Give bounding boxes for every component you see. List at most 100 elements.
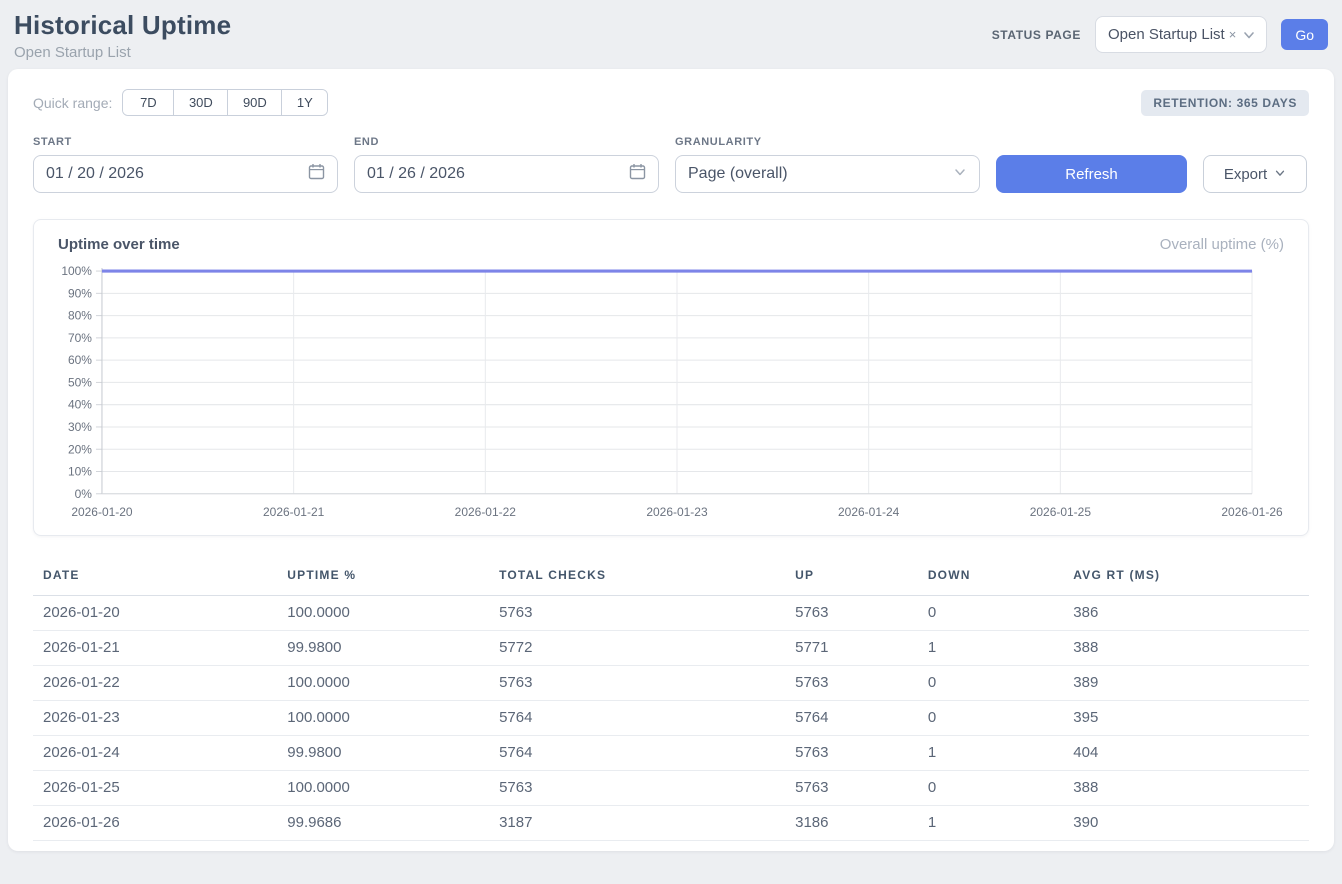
svg-text:2026-01-23: 2026-01-23 <box>646 505 708 519</box>
table-cell: 2026-01-25 <box>33 771 279 806</box>
table-cell: 99.9686 <box>279 806 491 841</box>
chart-legend-label: Overall uptime (%) <box>1160 236 1284 253</box>
table-cell: 3186 <box>787 806 920 841</box>
clear-icon[interactable]: × <box>1229 27 1237 42</box>
quick-range-row: Quick range: 7D30D90D1Y RETENTION: 365 D… <box>33 89 1309 116</box>
table-header-cell: UP <box>787 560 920 596</box>
granularity-value: Page (overall) <box>688 165 788 183</box>
table-cell: 0 <box>920 771 1065 806</box>
svg-text:50%: 50% <box>68 375 92 389</box>
table-cell: 1 <box>920 631 1065 666</box>
table-cell: 0 <box>920 596 1065 631</box>
go-button[interactable]: Go <box>1281 19 1328 50</box>
table-cell: 100.0000 <box>279 596 491 631</box>
export-button[interactable]: Export <box>1203 155 1307 193</box>
granularity-select[interactable]: Page (overall) <box>675 155 980 193</box>
header-controls: STATUS PAGE Open Startup List × Go <box>992 16 1328 53</box>
table-cell: 100.0000 <box>279 771 491 806</box>
table-cell: 5772 <box>491 631 787 666</box>
quick-range-button-1y[interactable]: 1Y <box>281 90 327 115</box>
page-header: Historical Uptime Open Startup List STAT… <box>0 0 1342 69</box>
table-cell: 5771 <box>787 631 920 666</box>
table-cell: 99.9800 <box>279 631 491 666</box>
export-button-label: Export <box>1224 166 1267 183</box>
svg-text:60%: 60% <box>68 353 92 367</box>
table-cell: 5763 <box>787 736 920 771</box>
svg-text:80%: 80% <box>68 309 92 323</box>
chart-card: Uptime over time Overall uptime (%) 0%10… <box>33 219 1309 536</box>
table-cell: 404 <box>1065 736 1309 771</box>
svg-text:10%: 10% <box>68 464 92 478</box>
end-date-input[interactable]: 01 / 26 / 2026 <box>354 155 659 193</box>
table-cell: 2026-01-24 <box>33 736 279 771</box>
table-cell: 5763 <box>787 771 920 806</box>
table-cell: 388 <box>1065 631 1309 666</box>
svg-text:70%: 70% <box>68 331 92 345</box>
table-cell: 389 <box>1065 666 1309 701</box>
granularity-label: GRANULARITY <box>675 136 980 148</box>
page-subtitle: Open Startup List <box>14 44 231 61</box>
refresh-button[interactable]: Refresh <box>996 155 1187 193</box>
table-cell: 388 <box>1065 771 1309 806</box>
table-row: 2026-01-22100.0000576357630389 <box>33 666 1309 701</box>
end-date-field: END 01 / 26 / 2026 <box>354 136 659 193</box>
chart-header: Uptime over time Overall uptime (%) <box>58 236 1284 253</box>
calendar-icon[interactable] <box>308 163 325 185</box>
table-cell: 99.9800 <box>279 736 491 771</box>
filters-row: START 01 / 20 / 2026 END 01 / 26 / 2026 … <box>33 136 1309 193</box>
status-page-select[interactable]: Open Startup List × <box>1095 16 1267 53</box>
table-cell: 2026-01-26 <box>33 806 279 841</box>
table-header-cell: DATE <box>33 560 279 596</box>
table-header-cell: DOWN <box>920 560 1065 596</box>
table-cell: 5763 <box>787 666 920 701</box>
end-date-value: 01 / 26 / 2026 <box>367 165 465 183</box>
chevron-down-icon <box>953 165 967 184</box>
table-cell: 5764 <box>491 736 787 771</box>
table-cell: 5764 <box>491 701 787 736</box>
status-page-value: Open Startup List <box>1108 26 1225 43</box>
uptime-line-chart: 0%10%20%30%40%50%60%70%80%90%100%2026-01… <box>58 263 1284 523</box>
table-cell: 1 <box>920 806 1065 841</box>
table-cell: 100.0000 <box>279 666 491 701</box>
table-row: 2026-01-2199.9800577257711388 <box>33 631 1309 666</box>
table-header-cell: AVG RT (MS) <box>1065 560 1309 596</box>
quick-range-button-30d[interactable]: 30D <box>173 90 227 115</box>
start-date-value: 01 / 20 / 2026 <box>46 165 144 183</box>
table-header-cell: UPTIME % <box>279 560 491 596</box>
table-cell: 3187 <box>491 806 787 841</box>
start-date-input[interactable]: 01 / 20 / 2026 <box>33 155 338 193</box>
table-cell: 5763 <box>491 771 787 806</box>
status-page-label: STATUS PAGE <box>992 28 1081 42</box>
table-cell: 5763 <box>787 596 920 631</box>
end-label: END <box>354 136 659 148</box>
table-header-cell: TOTAL CHECKS <box>491 560 787 596</box>
table-cell: 0 <box>920 666 1065 701</box>
svg-text:2026-01-24: 2026-01-24 <box>838 505 900 519</box>
svg-text:2026-01-25: 2026-01-25 <box>1030 505 1092 519</box>
chevron-down-icon <box>1242 28 1256 42</box>
main-card: Quick range: 7D30D90D1Y RETENTION: 365 D… <box>8 69 1334 851</box>
svg-text:30%: 30% <box>68 420 92 434</box>
table-cell: 2026-01-20 <box>33 596 279 631</box>
uptime-table: DATEUPTIME %TOTAL CHECKSUPDOWNAVG RT (MS… <box>33 560 1309 841</box>
calendar-icon[interactable] <box>629 163 646 185</box>
chevron-down-icon <box>1274 166 1286 183</box>
table-cell: 2026-01-21 <box>33 631 279 666</box>
table-row: 2026-01-2499.9800576457631404 <box>33 736 1309 771</box>
quick-range-button-7d[interactable]: 7D <box>123 90 173 115</box>
table-cell: 390 <box>1065 806 1309 841</box>
table-row: 2026-01-2699.9686318731861390 <box>33 806 1309 841</box>
svg-text:100%: 100% <box>61 264 92 278</box>
svg-text:2026-01-21: 2026-01-21 <box>263 505 325 519</box>
table-cell: 395 <box>1065 701 1309 736</box>
chart-title: Uptime over time <box>58 236 180 253</box>
svg-text:40%: 40% <box>68 398 92 412</box>
table-cell: 5763 <box>491 666 787 701</box>
retention-badge: RETENTION: 365 DAYS <box>1141 90 1309 116</box>
quick-range-label: Quick range: <box>33 95 112 111</box>
start-label: START <box>33 136 338 148</box>
granularity-field: GRANULARITY Page (overall) <box>675 136 980 193</box>
svg-text:2026-01-20: 2026-01-20 <box>71 505 133 519</box>
page-title: Historical Uptime <box>14 10 231 41</box>
quick-range-button-90d[interactable]: 90D <box>227 90 281 115</box>
